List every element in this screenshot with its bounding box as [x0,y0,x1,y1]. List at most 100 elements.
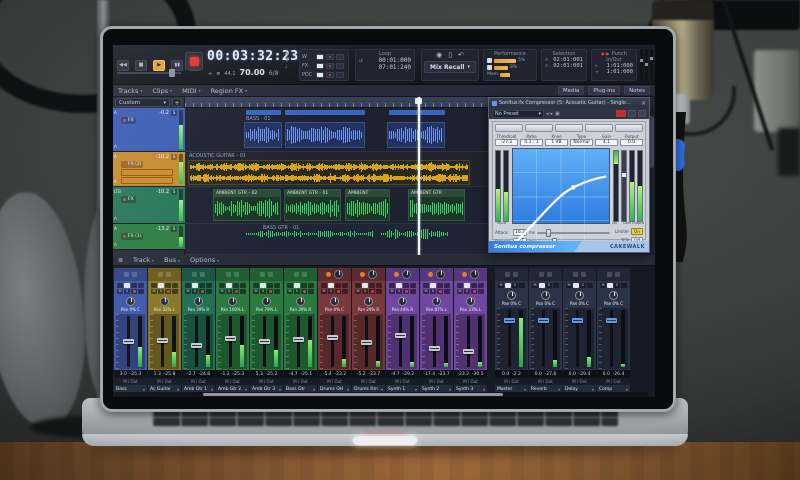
fader-handle[interactable] [259,339,270,345]
up-icon[interactable]: ▲ [285,51,289,56]
pan-knob[interactable] [126,296,135,306]
write-automation-button[interactable] [226,283,232,288]
menu-item[interactable]: MIDI ▾ [182,87,200,95]
automation-button[interactable]: A [114,179,117,184]
channel-strip[interactable]: M S Pan 100% L -1.2 -25.3 M / Out Amb Gt… [216,268,249,394]
interleave-button[interactable] [369,283,375,288]
meter-slot[interactable] [645,49,648,81]
interleave-button[interactable] [131,283,137,288]
mute-button[interactable]: M [457,289,463,294]
output-assign[interactable]: M / Out [216,378,249,385]
fx-rack[interactable]: FX [121,117,136,124]
phase-button[interactable] [287,283,293,288]
audio-clip[interactable]: AMBIENT GTR - 02 [213,189,281,221]
undo-icon[interactable]: ↶ [458,51,464,59]
fader-handle[interactable] [538,317,549,323]
pan-knob[interactable] [364,296,373,306]
monitor-button[interactable] [172,289,178,294]
output-assign[interactable]: M / Out [114,378,147,385]
waveform[interactable] [381,225,451,243]
arm-button[interactable] [165,289,171,294]
fx-plugin-chip[interactable] [121,169,173,176]
echo-button[interactable] [519,283,525,288]
track-header[interactable]: A A -13.2 S FX (1) [113,224,185,250]
monitor-button[interactable] [342,289,348,294]
automation-button[interactable]: A [114,242,117,247]
menu-item[interactable]: Clips ▾ [152,87,172,95]
solo-button[interactable]: S [171,110,177,116]
echo-button[interactable] [587,283,593,288]
fader-handle[interactable] [606,317,617,323]
horizontal-scrollbar[interactable] [113,392,648,397]
fader-handle[interactable] [157,338,168,344]
toggle-button[interactable] [336,62,344,69]
mute-button[interactable]: M [219,289,225,294]
fader-handle[interactable] [361,340,372,346]
audio-clip[interactable] [387,122,445,148]
mute-button[interactable]: M [566,283,572,288]
browser-tab[interactable]: Plug-ins [588,86,621,95]
param-value[interactable]: 4.1 : 1 [520,139,543,146]
channel-strip[interactable]: M S Pan 29% R -5.2 -23.7 M / Out Drums R… [352,268,385,394]
mute-button[interactable]: M [117,289,123,294]
write-automation-button[interactable] [158,283,164,288]
monitor-button[interactable] [478,289,484,294]
toggle-button[interactable] [316,53,324,60]
comp-knob[interactable] [368,270,377,279]
fader-handle[interactable] [395,332,406,338]
automation-button[interactable]: A [114,216,117,221]
output-assign[interactable]: M / Out [284,378,317,385]
fader-handle[interactable] [191,342,202,348]
automation-button[interactable]: A [114,144,117,149]
echo-button[interactable] [444,283,450,288]
comp-knob[interactable] [334,270,343,279]
phase-button[interactable] [423,283,429,288]
phase-button[interactable] [355,283,361,288]
monitor-button[interactable] [376,289,382,294]
solo-button[interactable]: S [328,289,334,294]
write-automation-button[interactable] [505,283,511,288]
next-preset-icon[interactable]: ▸ [551,111,554,117]
channel-strip[interactable]: M S Pan 39% R [284,268,317,394]
monitor-button[interactable] [308,289,314,294]
console-menu-item[interactable]: Options ▾ [190,256,219,264]
echo-button[interactable] [621,283,627,288]
audio-clip[interactable] [244,122,282,148]
fx-rack[interactable]: FX [121,196,136,203]
pan-knob[interactable] [296,296,305,306]
arm-button[interactable] [301,289,307,294]
plugin-parameter[interactable]: Type Normal [570,134,593,146]
monitor-button[interactable] [444,289,450,294]
interleave-button[interactable] [437,283,443,288]
echo-button[interactable] [206,283,212,288]
toggle-button[interactable] [316,71,324,78]
loop-end[interactable]: 07:01:240 [378,64,411,71]
comp-power-icon[interactable] [462,272,467,277]
pan-knob[interactable] [194,296,203,306]
prev-preset-icon[interactable]: ◂ [546,111,549,117]
meter-slot[interactable] [650,49,653,81]
add-track-button[interactable]: + [172,98,182,107]
loop-start[interactable]: 00:01:000 [378,57,411,64]
bus-strip[interactable]: M S Pan 0% C [529,268,562,394]
solo-button[interactable]: S [396,289,402,294]
solo-button[interactable]: S [158,289,164,294]
param-value[interactable]: 0.0 [620,139,643,146]
playhead[interactable] [418,97,420,255]
solo-button[interactable]: S [171,226,177,232]
channel-strip[interactable]: M S Pan 87% L -17.4 -23.7 M / Out Synth … [420,268,453,394]
echo-button[interactable] [240,283,246,288]
gain-slider[interactable] [621,150,627,222]
compression-curve-graph[interactable] [512,148,610,245]
monitor-button[interactable] [240,289,246,294]
track-gain-value[interactable]: -0.2 [159,110,169,116]
monitor-button[interactable] [274,289,280,294]
interleave-button[interactable] [471,283,477,288]
write-automation-button[interactable] [260,283,266,288]
param-value[interactable]: Normal [570,139,593,146]
arm-button[interactable] [131,289,137,294]
channel-strip[interactable]: M S Pan 0% C [318,268,351,394]
echo-button[interactable] [274,283,280,288]
interleave-button[interactable] [267,283,273,288]
bus-strip[interactable]: M S Pan 0% C [597,268,630,394]
